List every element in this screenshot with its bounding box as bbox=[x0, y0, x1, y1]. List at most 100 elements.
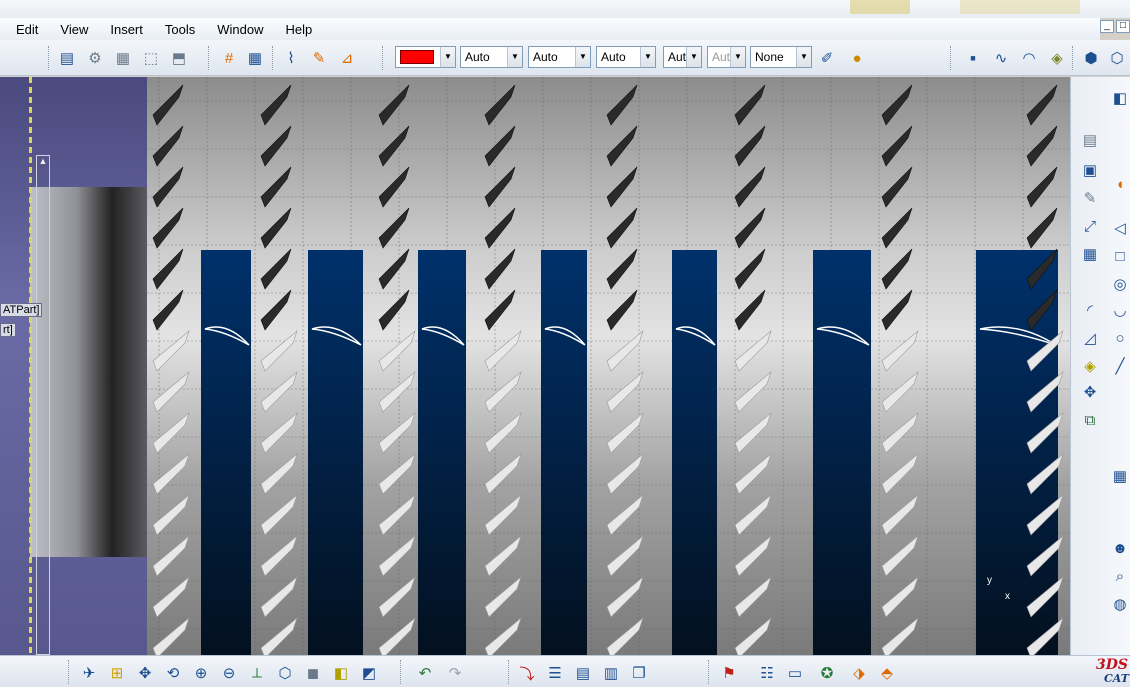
transform-icon[interactable]: ⤢ bbox=[1079, 215, 1101, 237]
square-icon[interactable]: □ bbox=[1109, 245, 1130, 267]
curve-icon[interactable]: ⌇ bbox=[280, 48, 302, 68]
bracket-icon[interactable]: ◖ bbox=[1109, 173, 1130, 195]
wireframe-icon[interactable]: ⬚ bbox=[140, 48, 162, 68]
restore-button[interactable]: □ bbox=[1116, 20, 1130, 33]
zoom-in-icon[interactable]: ⊕ bbox=[190, 663, 212, 683]
blade-surface bbox=[734, 535, 772, 577]
pad-icon[interactable]: ⬢ bbox=[1080, 48, 1102, 68]
user-icon[interactable]: ☻ bbox=[1109, 537, 1130, 559]
arc-icon[interactable]: ◠ bbox=[1018, 48, 1040, 68]
dimension-icon[interactable]: ⊿ bbox=[336, 48, 358, 68]
blade-surface bbox=[260, 535, 298, 577]
menu-help[interactable]: Help bbox=[285, 22, 312, 37]
iso-view-icon[interactable]: ⬡ bbox=[274, 663, 296, 683]
linewidth-combo[interactable]: Auto ▼ bbox=[528, 46, 591, 68]
copy-icon[interactable]: ❐ bbox=[628, 663, 650, 683]
blade-surface bbox=[606, 289, 638, 331]
list-icon[interactable]: ☰ bbox=[544, 663, 566, 683]
globe-icon[interactable]: ◍ bbox=[1109, 593, 1130, 615]
point-symbol-combo[interactable]: Aut ▼ bbox=[663, 46, 702, 68]
mesh-icon[interactable]: ⬗ bbox=[848, 663, 870, 683]
tree-node-label[interactable]: ATPart] bbox=[0, 303, 43, 317]
pocket-icon[interactable]: ⬡ bbox=[1106, 48, 1128, 68]
menu-tools[interactable]: Tools bbox=[165, 22, 195, 37]
catalog-icon[interactable]: ▥ bbox=[600, 663, 622, 683]
chevron-down-icon[interactable]: ▼ bbox=[507, 47, 522, 67]
material-apply-icon[interactable]: ✪ bbox=[816, 663, 838, 683]
update-icon[interactable]: ⤵ bbox=[516, 663, 538, 683]
rotate-icon[interactable]: ⟲ bbox=[162, 663, 184, 683]
hide-show-icon[interactable]: ◧ bbox=[330, 663, 352, 683]
blade-surface bbox=[484, 207, 516, 249]
menu-insert[interactable]: Insert bbox=[110, 22, 143, 37]
chevron-down-icon[interactable]: ▼ bbox=[640, 47, 655, 67]
blade-surface bbox=[734, 617, 772, 655]
stack-icon[interactable]: ☷ bbox=[756, 663, 778, 683]
swap-space-icon[interactable]: ◩ bbox=[358, 663, 380, 683]
search-icon[interactable]: ⌕ bbox=[1109, 565, 1130, 587]
zoom-out-icon[interactable]: ⊖ bbox=[218, 663, 240, 683]
3d-viewport[interactable]: y x bbox=[147, 77, 1070, 655]
sketch-icon[interactable]: ◧ bbox=[1109, 87, 1130, 109]
minimize-button[interactable]: _ bbox=[1100, 20, 1114, 33]
tree-node-label[interactable]: rt] bbox=[0, 323, 16, 337]
pan-icon[interactable]: ✥ bbox=[134, 663, 156, 683]
flag-icon[interactable]: ⚑ bbox=[718, 663, 740, 683]
shading-icon[interactable]: ◼ bbox=[302, 663, 324, 683]
target-icon[interactable]: ◎ bbox=[1109, 273, 1130, 295]
linetype-combo[interactable]: Auto ▼ bbox=[596, 46, 656, 68]
snap-grid-icon[interactable]: ▦ bbox=[244, 48, 266, 68]
tree-icon[interactable]: ▤ bbox=[572, 663, 594, 683]
move-icon[interactable]: ✥ bbox=[1079, 381, 1101, 403]
tree-scrollbar[interactable]: ▲ bbox=[36, 155, 50, 655]
constraint-icon[interactable]: ✎ bbox=[308, 48, 330, 68]
chevron-down-icon[interactable]: ▼ bbox=[686, 47, 701, 67]
menu-window[interactable]: Window bbox=[217, 22, 263, 37]
transparency-combo[interactable]: Auto ▼ bbox=[460, 46, 523, 68]
menu-edit[interactable]: Edit bbox=[16, 22, 38, 37]
chevron-down-icon[interactable]: ▼ bbox=[575, 47, 590, 67]
color-combo[interactable]: ▼ bbox=[395, 46, 456, 68]
format-painter-icon[interactable]: ✐ bbox=[816, 48, 838, 68]
measure-icon[interactable]: ⚙ bbox=[84, 48, 106, 68]
chevron-down-icon[interactable]: ▼ bbox=[440, 47, 455, 67]
toolbar-separator bbox=[400, 660, 403, 684]
eraser-icon[interactable]: ◈ bbox=[1046, 48, 1068, 68]
scroll-up-icon[interactable]: ▲ bbox=[37, 156, 49, 166]
point-icon[interactable]: ■ bbox=[962, 48, 984, 68]
analysis-icon[interactable]: ⬘ bbox=[876, 663, 898, 683]
layers-icon[interactable]: ▭ bbox=[784, 663, 806, 683]
pen-icon[interactable]: ✎ bbox=[1079, 187, 1101, 209]
fillet-icon[interactable]: ◜ bbox=[1079, 299, 1101, 321]
blade-surface bbox=[606, 84, 638, 126]
plane-icon[interactable]: ▤ bbox=[1079, 129, 1101, 151]
pattern-icon[interactable]: ▦ bbox=[1079, 243, 1101, 265]
sketch-icon[interactable]: ⬒ bbox=[168, 48, 190, 68]
toolbar-separator bbox=[272, 46, 275, 70]
chamfer-icon[interactable]: ◿ bbox=[1079, 327, 1101, 349]
layer-combo[interactable]: None ▼ bbox=[750, 46, 812, 68]
chevron-down-icon[interactable]: ▼ bbox=[796, 47, 811, 67]
blade-surface bbox=[260, 84, 292, 126]
spline-icon[interactable]: ∿ bbox=[990, 48, 1012, 68]
undo-icon[interactable]: ↶ bbox=[414, 663, 436, 683]
line-icon[interactable]: ╱ bbox=[1109, 355, 1130, 377]
eraser-icon[interactable]: ◈ bbox=[1079, 355, 1101, 377]
extrude-icon[interactable]: ▣ bbox=[1079, 159, 1101, 181]
blade-surface bbox=[378, 412, 416, 454]
triangle-icon[interactable]: ◁ bbox=[1109, 217, 1130, 239]
analysis-icon[interactable]: ▦ bbox=[112, 48, 134, 68]
circle-icon[interactable]: ○ bbox=[1109, 327, 1130, 349]
properties-icon[interactable]: ▤ bbox=[56, 48, 78, 68]
assembly-icon[interactable]: ⧉ bbox=[1079, 409, 1101, 431]
blade-surface bbox=[260, 330, 298, 372]
normal-view-icon[interactable]: ⟂ bbox=[246, 663, 268, 683]
fit-all-icon[interactable]: ⊞ bbox=[106, 663, 128, 683]
blade-surface bbox=[734, 125, 766, 167]
material-icon[interactable]: ● bbox=[846, 48, 868, 68]
ellipse-icon[interactable]: ◡ bbox=[1109, 299, 1130, 321]
grid-icon[interactable]: # bbox=[218, 48, 240, 68]
menu-view[interactable]: View bbox=[60, 22, 88, 37]
table-icon[interactable]: ▦ bbox=[1109, 465, 1130, 487]
fly-mode-icon[interactable]: ✈ bbox=[78, 663, 100, 683]
